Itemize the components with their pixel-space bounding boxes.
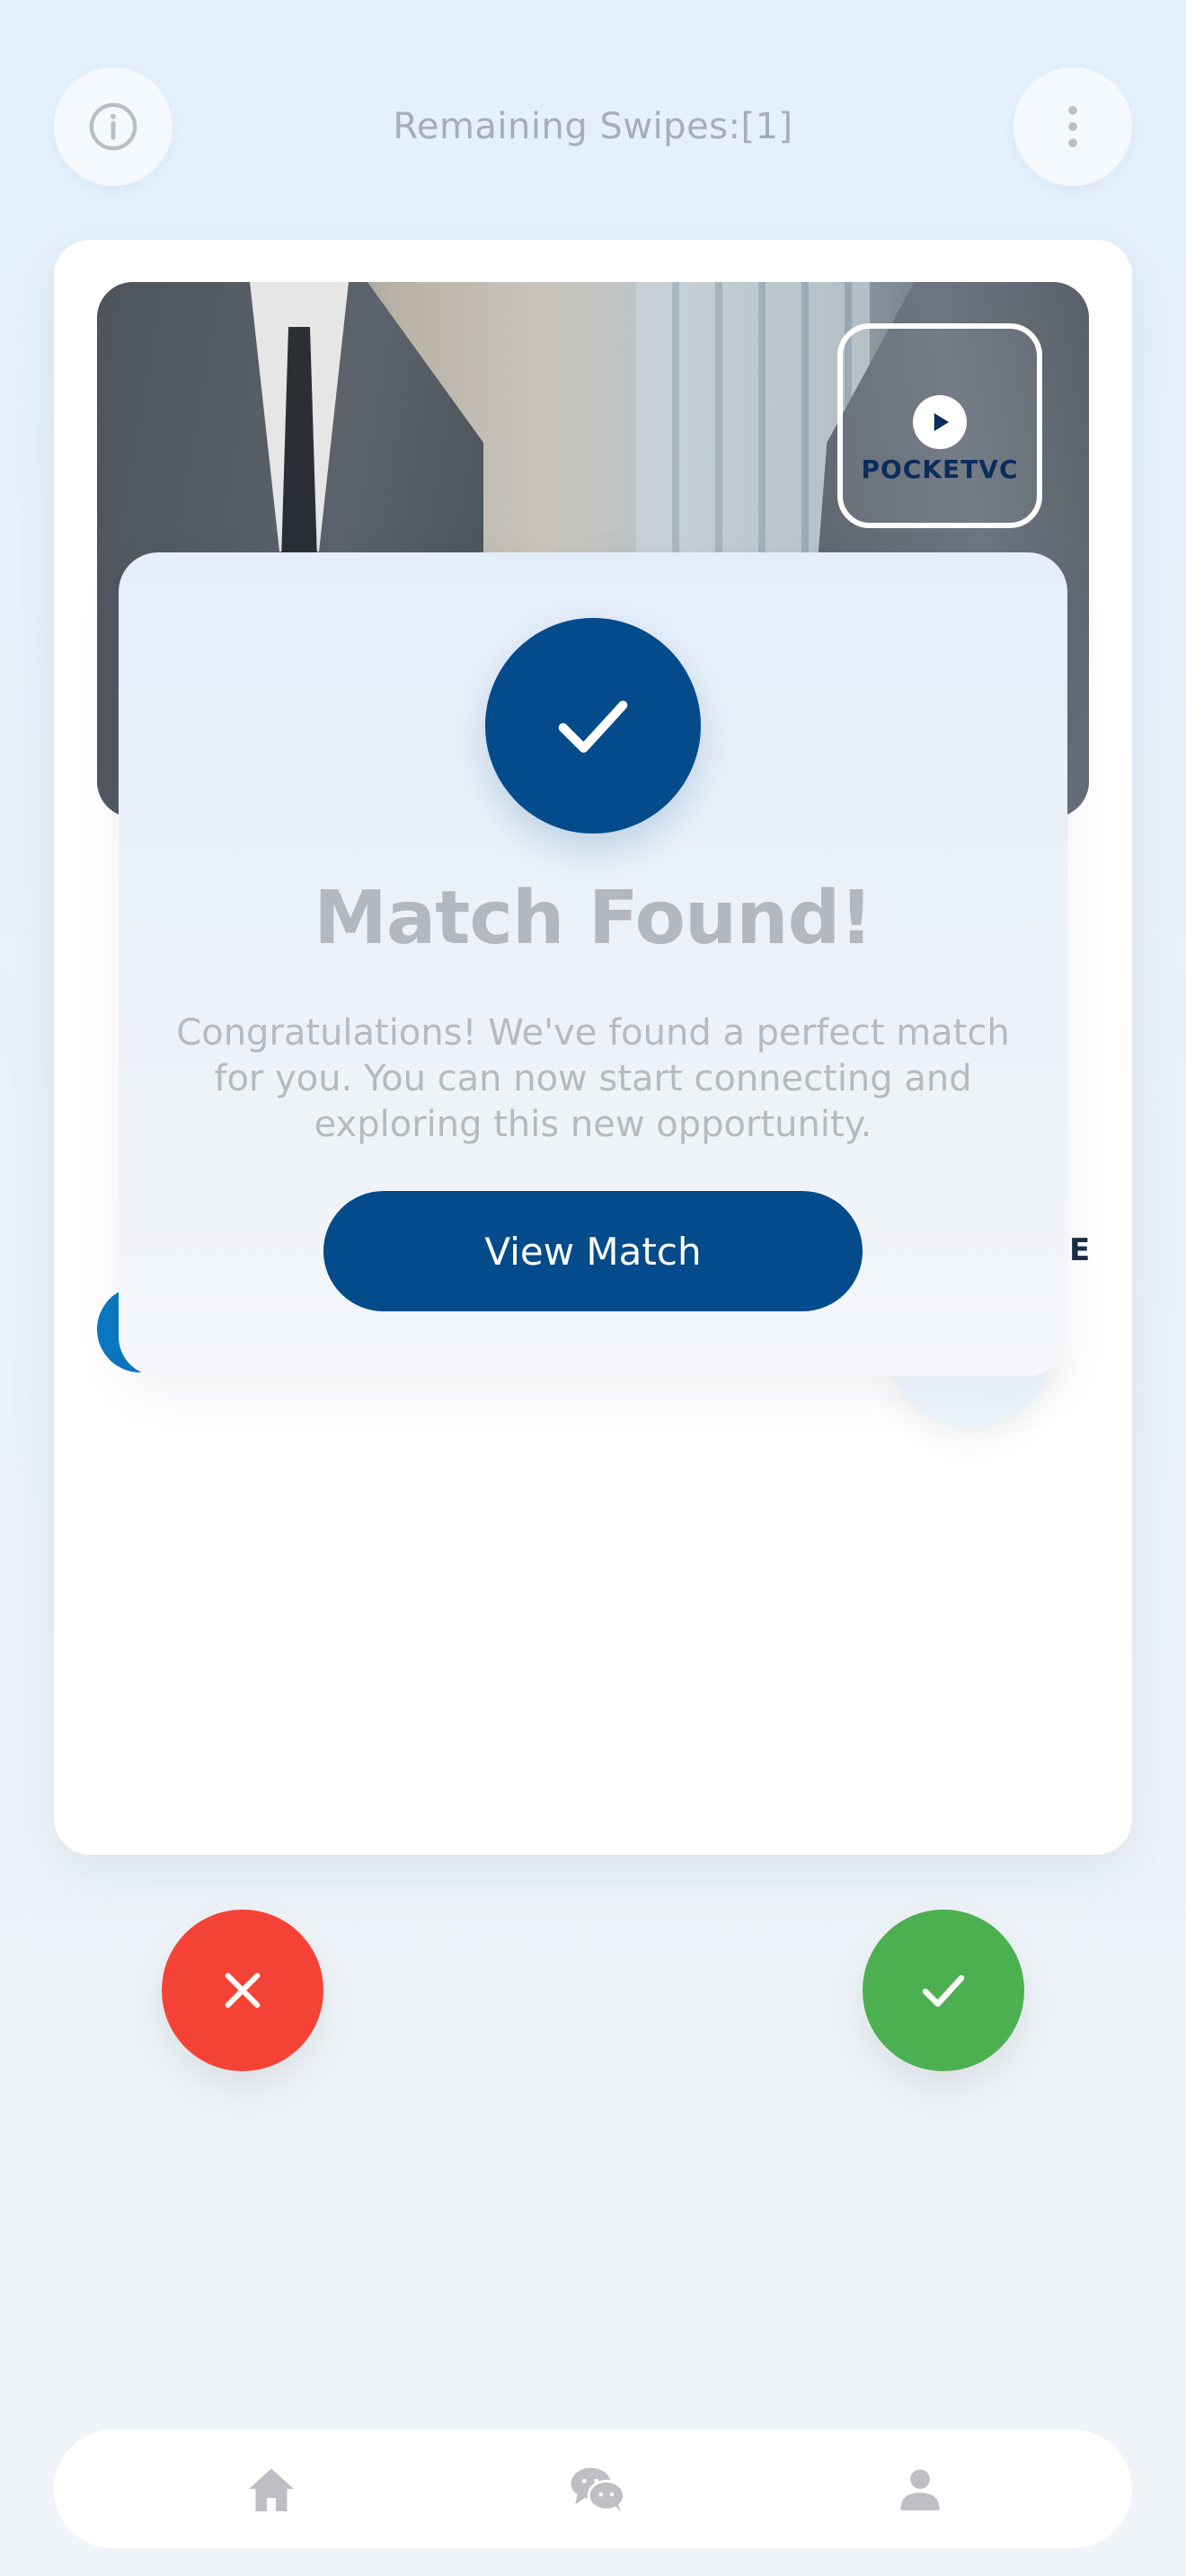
modal-title: Match Found! [314, 876, 873, 961]
more-vertical-icon [1068, 106, 1077, 147]
menu-button[interactable] [1013, 67, 1132, 186]
accept-button[interactable] [863, 1910, 1024, 2071]
bottom-nav [54, 2430, 1132, 2548]
modal-message: Congratulations! We've found a perfect m… [176, 1012, 1010, 1145]
brand-logo-text: POCKETVC [861, 454, 1019, 484]
profile-icon [900, 2469, 940, 2510]
pitch-video-button[interactable]: POCKETVC [837, 323, 1042, 528]
play-icon [913, 394, 967, 449]
home-icon [249, 2468, 294, 2511]
nav-item-chat[interactable] [569, 2462, 626, 2516]
card-partial-text: E [1069, 1232, 1091, 1268]
close-icon [225, 1972, 261, 2008]
view-match-button[interactable]: View Match [323, 1191, 863, 1311]
check-icon [558, 701, 628, 753]
remaining-swipes: Remaining Swipes:[1] [393, 106, 793, 147]
reject-button[interactable] [162, 1910, 323, 2071]
chat-icon [571, 2467, 626, 2512]
check-icon [922, 1975, 965, 2007]
nav-item-profile[interactable] [891, 2462, 949, 2516]
match-check-badge [485, 618, 701, 834]
nav-item-home[interactable] [243, 2462, 300, 2516]
